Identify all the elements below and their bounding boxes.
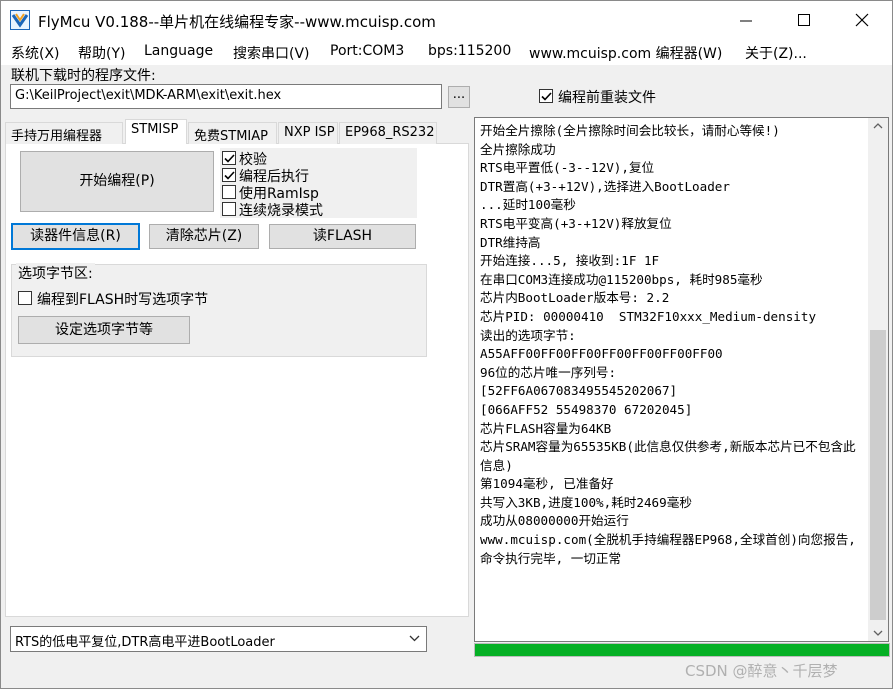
log-line: 读出的选项字节: <box>480 327 576 343</box>
tab-handheld-programmer[interactable]: 手持万用编程器 <box>5 122 123 144</box>
scroll-thumb[interactable] <box>870 330 886 620</box>
program-options: 校验 编程后执行 使用RamIsp 连续烧录模式 <box>220 148 417 219</box>
menu-port[interactable]: Port:COM3 <box>330 43 404 59</box>
checkmark-icon <box>541 92 552 101</box>
start-programming-button[interactable]: 开始编程(P) <box>20 151 214 212</box>
log-line: 96位的芯片唯一序列号: <box>480 364 617 380</box>
log-line: 全片擦除成功 <box>480 141 556 157</box>
watermark: CSDN @醉意丶千层梦 <box>685 662 838 680</box>
chevron-down-icon <box>873 630 883 636</box>
reload-file-label: 编程前重装文件 <box>558 90 656 106</box>
reload-file-checkbox[interactable] <box>539 89 553 103</box>
checkmark-icon <box>224 154 235 163</box>
chevron-up-icon <box>873 123 883 129</box>
checkmark-icon <box>224 171 235 180</box>
log-line: 芯片SRAM容量为65535KB(此信息仅供参考,新版本芯片已不包含此信息) <box>480 439 856 473</box>
continuous-burn-label: 连续烧录模式 <box>239 203 323 219</box>
tab-stmisp[interactable]: STMISP <box>125 119 187 144</box>
close-button[interactable] <box>833 1 891 39</box>
log-line: 开始连接...5, 接收到:1F 1F <box>480 253 660 269</box>
read-flash-button[interactable]: 读FLASH <box>269 224 416 249</box>
chevron-down-icon <box>409 635 420 642</box>
log-line: 芯片FLASH容量为64KB <box>480 420 612 436</box>
set-option-bytes-button[interactable]: 设定选项字节等 <box>18 316 190 344</box>
program-file-input[interactable]: G:\KeilProject\exit\MDK-ARM\exit\exit.he… <box>10 84 442 109</box>
log-text: 开始全片擦除(全片擦除时间会比较长，请耐心等候!) 全片擦除成功 RTS电平置低(-… <box>480 122 867 568</box>
use-ramisp-checkbox[interactable] <box>222 185 236 199</box>
log-line: 开始全片擦除(全片擦除时间会比较长，请耐心等候!) <box>480 123 780 138</box>
log-line: 芯片PID: 00000410 STM32F10xxx_Medium-densi… <box>480 308 817 324</box>
log-line: 第1094毫秒, 已准备好 <box>480 476 614 492</box>
log-line: DTR置高(+3-+12V),选择进入BootLoader <box>480 178 730 194</box>
erase-chip-button[interactable]: 清除芯片(Z) <box>149 224 259 249</box>
log-output[interactable]: 开始全片擦除(全片擦除时间会比较长，请耐心等候!) 全片擦除成功 RTS电平置低(-… <box>474 117 889 642</box>
minimize-icon <box>740 20 752 22</box>
run-after-program-checkbox[interactable] <box>222 168 236 182</box>
log-line: [066AFF52 55498370 67202045] <box>480 401 693 417</box>
option-bytes-title: 选项字节区: <box>16 263 95 283</box>
menu-search-port[interactable]: 搜索串口(V) <box>233 43 310 63</box>
tab-nxp-isp[interactable]: NXP ISP <box>278 122 338 144</box>
log-line: 芯片内BootLoader版本号: 2.2 <box>480 290 670 306</box>
tab-free-stmiap[interactable]: 免费STMIAP <box>188 122 277 144</box>
scroll-down-button[interactable] <box>868 624 888 641</box>
menu-system[interactable]: 系统(X) <box>11 43 60 63</box>
log-line: RTS电平变高(+3-+12V)释放复位 <box>480 215 672 231</box>
log-line: 共写入3KB,进度100%,耗时2469毫秒 <box>480 494 692 510</box>
browse-button[interactable]: ... <box>448 86 470 108</box>
minimize-button[interactable] <box>717 1 775 39</box>
close-icon <box>855 13 869 27</box>
main-window: FlyMcu V0.188--单片机在线编程专家--www.mcuisp.com… <box>0 0 893 689</box>
window-title: FlyMcu V0.188--单片机在线编程专家--www.mcuisp.com <box>38 13 436 31</box>
log-line: ...延时100毫秒 <box>480 197 576 213</box>
tab-ep968-rs232[interactable]: EP968_RS232 <box>339 122 437 144</box>
reset-mode-select[interactable]: RTS的低电平复位,DTR高电平进BootLoader <box>10 626 427 652</box>
log-line: www.mcuisp.com(全脱机手持编程器EP968,全球首创)向您报告, … <box>480 532 864 566</box>
menu-programmer[interactable]: www.mcuisp.com 编程器(W) <box>529 43 722 63</box>
scroll-up-button[interactable] <box>868 118 888 135</box>
continuous-burn-checkbox[interactable] <box>222 202 236 216</box>
verify-checkbox[interactable] <box>222 151 236 165</box>
write-option-bytes-label: 编程到FLASH时写选项字节 <box>37 292 209 308</box>
flymcu-app-icon <box>10 10 30 30</box>
log-line: A55AFF00FF00FF00FF00FF00FF00FF00 <box>480 346 723 362</box>
reset-mode-value: RTS的低电平复位,DTR高电平进BootLoader <box>15 635 275 650</box>
menu-help[interactable]: 帮助(Y) <box>78 43 125 63</box>
log-scrollbar[interactable] <box>868 118 888 641</box>
log-line: [52FF6A067083495545202067] <box>480 383 678 399</box>
maximize-icon <box>798 14 810 26</box>
log-line: 在串口COM3连接成功@115200bps, 耗时985毫秒 <box>480 271 763 287</box>
read-device-info-button[interactable]: 读器件信息(R) <box>11 223 140 250</box>
menu-language[interactable]: Language <box>144 43 213 59</box>
log-line: 成功从08000000开始运行 <box>480 513 629 529</box>
program-file-label: 联机下载时的程序文件: <box>11 68 156 84</box>
menu-about[interactable]: 关于(Z)... <box>745 43 807 63</box>
write-option-bytes-checkbox[interactable] <box>18 291 32 305</box>
log-line: RTS电平置低(-3--12V),复位 <box>480 160 655 176</box>
title-bar[interactable]: FlyMcu V0.188--单片机在线编程专家--www.mcuisp.com <box>1 1 892 39</box>
log-line: DTR维持高 <box>480 234 541 250</box>
progress-bar <box>474 643 890 657</box>
progress-fill <box>475 644 889 656</box>
menu-bar: 系统(X) 帮助(Y) Language 搜索串口(V) Port:COM3 b… <box>1 39 892 65</box>
menu-baudrate[interactable]: bps:115200 <box>428 43 511 59</box>
maximize-button[interactable] <box>775 1 833 39</box>
